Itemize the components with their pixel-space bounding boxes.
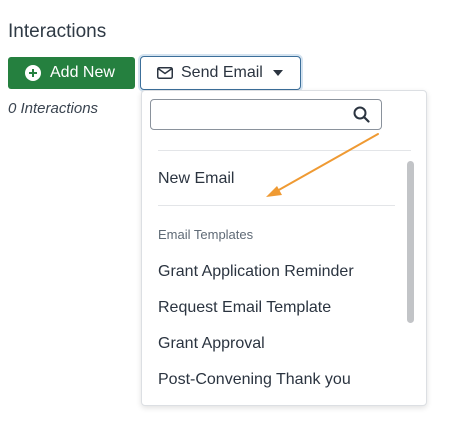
send-email-dropdown-menu: New Email Email Templates Grant Applicat…	[141, 90, 427, 406]
menu-item-new-email[interactable]: New Email	[158, 170, 234, 188]
scrollbar-thumb[interactable]	[407, 161, 414, 323]
envelope-icon	[157, 67, 173, 79]
menu-item-template[interactable]: Grant Approval	[158, 335, 265, 353]
interactions-count: 0 Interactions	[8, 100, 99, 117]
section-title: Interactions	[8, 21, 107, 42]
add-new-label: Add New	[50, 64, 115, 81]
search-icon	[353, 106, 370, 123]
divider	[158, 205, 395, 206]
add-new-button[interactable]: Add New	[8, 57, 135, 89]
menu-item-template[interactable]: Grant Application Reminder	[158, 263, 354, 281]
send-email-label: Send Email	[181, 64, 263, 81]
caret-down-icon	[272, 70, 283, 76]
plus-circle-icon	[25, 65, 41, 81]
menu-item-template[interactable]: Request Email Template	[158, 299, 331, 317]
send-email-button[interactable]: Send Email	[140, 56, 301, 90]
search-button[interactable]	[344, 102, 378, 127]
menu-item-template[interactable]: Post-Convening Thank you	[158, 371, 351, 389]
email-templates-header: Email Templates	[158, 227, 254, 242]
divider	[158, 150, 411, 151]
